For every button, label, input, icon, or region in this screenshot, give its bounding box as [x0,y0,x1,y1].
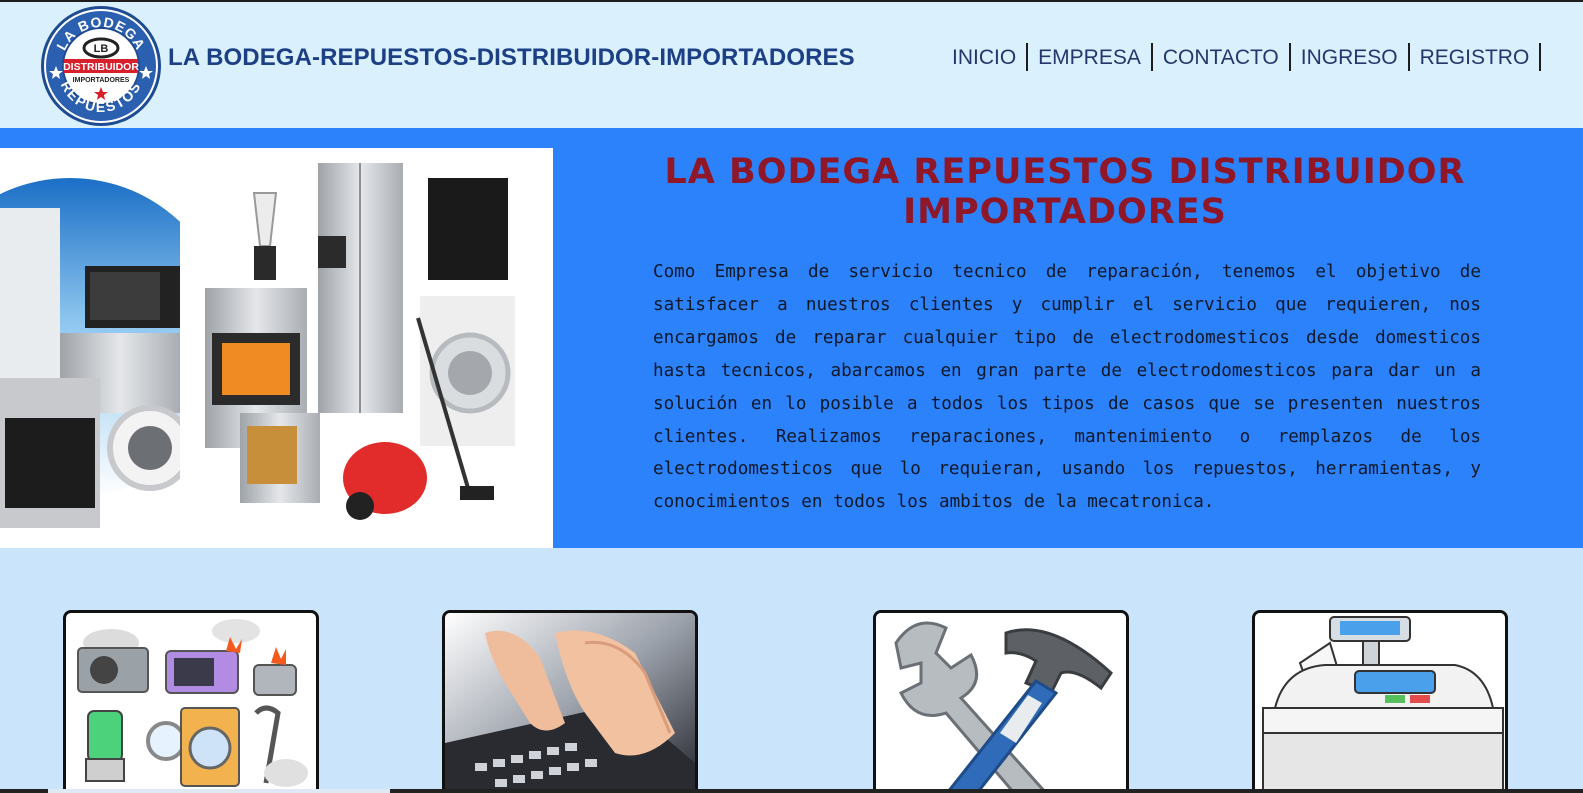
svg-text:DISTRIBUIDOR: DISTRIBUIDOR [63,61,139,73]
nav-contacto[interactable]: CONTACTO [1153,43,1291,71]
svg-text:LB: LB [94,43,109,55]
svg-text:IMPORTADORES: IMPORTADORES [73,77,130,84]
service-card-sales[interactable] [1252,610,1508,793]
nav-ingreso[interactable]: INGRESO [1291,43,1410,71]
service-card-appliances[interactable] [63,610,319,793]
nav-inicio[interactable]: INICIO [952,43,1029,71]
main-nav: INICIO EMPRESA CONTACTO INGRESO REGISTRO [952,42,1542,72]
wrench-hammer-icon [876,613,1126,793]
typing-keyboard-icon [445,613,695,793]
company-logo[interactable]: LA BODEGA REPUESTOS LB DISTRIBUIDOR IMPO… [40,5,162,127]
appliances-hero-image [0,148,553,548]
site-header: LA BODEGA REPUESTOS LB DISTRIBUIDOR IMPO… [0,0,1583,128]
nav-empresa[interactable]: EMPRESA [1028,43,1153,71]
service-card-repair[interactable] [873,610,1129,793]
hero-heading-line2: Importadores [903,192,1227,232]
site-title: LA BODEGA-REPUESTOS-DISTRIBUIDOR-IMPORTA… [168,44,855,71]
broken-appliances-icon [77,619,308,787]
hero-description: Como Empresa de servicio tecnico de repa… [653,262,1481,513]
nav-registro[interactable]: REGISTRO [1410,43,1542,71]
cash-register-icon [1255,613,1505,793]
hero-heading-line1: La Bodega Repuestos Distribuidor [664,152,1466,192]
hero-section: La Bodega Repuestos Distribuidor Importa… [0,128,1583,548]
service-card-online[interactable] [442,610,698,793]
hero-heading: La Bodega Repuestos Distribuidor Importa… [620,152,1510,232]
page-bottom-scroll-indicator [48,789,390,793]
